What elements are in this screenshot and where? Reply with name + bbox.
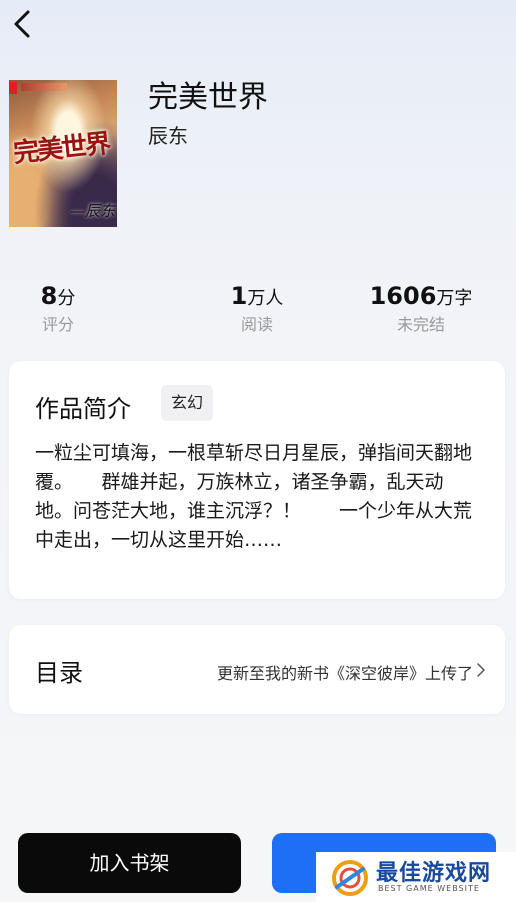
cover-publisher-mark [21, 83, 67, 91]
intro-card: 作品简介 玄幻 一粒尘可填海，一根草斩尽日月星辰，弹指间天翻地覆。 群雄并起，万… [9, 361, 505, 599]
stat-readers: 1万人 阅读 [215, 280, 299, 338]
book-author[interactable]: 辰东 [148, 122, 188, 150]
stat-value: 1 [230, 282, 248, 310]
book-cover: 完美世界 —辰东 [9, 80, 117, 227]
stat-word-count: 1606万字 未完结 [363, 280, 479, 338]
stat-rating: 8分 评分 [25, 280, 91, 338]
stat-unit: 万人 [247, 288, 284, 309]
stat-label: 评分 [41, 315, 74, 334]
add-to-shelf-button[interactable]: 加入书架 [18, 833, 241, 893]
stat-unit: 万字 [436, 288, 473, 309]
intro-heading: 作品简介 [35, 395, 131, 423]
intro-description: 一粒尘可填海，一根草斩尽日月星辰，弹指间天翻地覆。 群雄并起，万族林立，诸圣争霸… [35, 442, 473, 551]
stat-value: 1606 [369, 282, 437, 310]
chevron-left-icon [14, 10, 30, 38]
watermark-logo-icon [332, 860, 368, 896]
cover-badge [9, 82, 17, 94]
stat-unit: 分 [57, 288, 76, 309]
stat-label: 阅读 [240, 315, 273, 334]
stat-label: 未完结 [396, 315, 445, 334]
toc-row[interactable]: 目录 更新至我的新书《深空彼岸》上传了 [9, 625, 505, 714]
book-title: 完美世界 [148, 80, 268, 115]
cover-author: —辰东 [69, 202, 115, 220]
watermark-text: 最佳游戏网 [376, 861, 492, 886]
toc-latest-update: 更新至我的新书《深空彼岸》上传了 [216, 664, 473, 683]
watermark-subtext: BEST GAME WEBSITE [378, 884, 480, 893]
chevron-right-icon [477, 663, 485, 677]
cover-title: 完美世界 [11, 129, 111, 169]
toc-label: 目录 [35, 659, 83, 687]
back-button[interactable] [8, 6, 38, 42]
genre-tag[interactable]: 玄幻 [161, 385, 214, 421]
stat-value: 8 [40, 282, 58, 310]
watermark: 最佳游戏网 BEST GAME WEBSITE [316, 852, 516, 902]
